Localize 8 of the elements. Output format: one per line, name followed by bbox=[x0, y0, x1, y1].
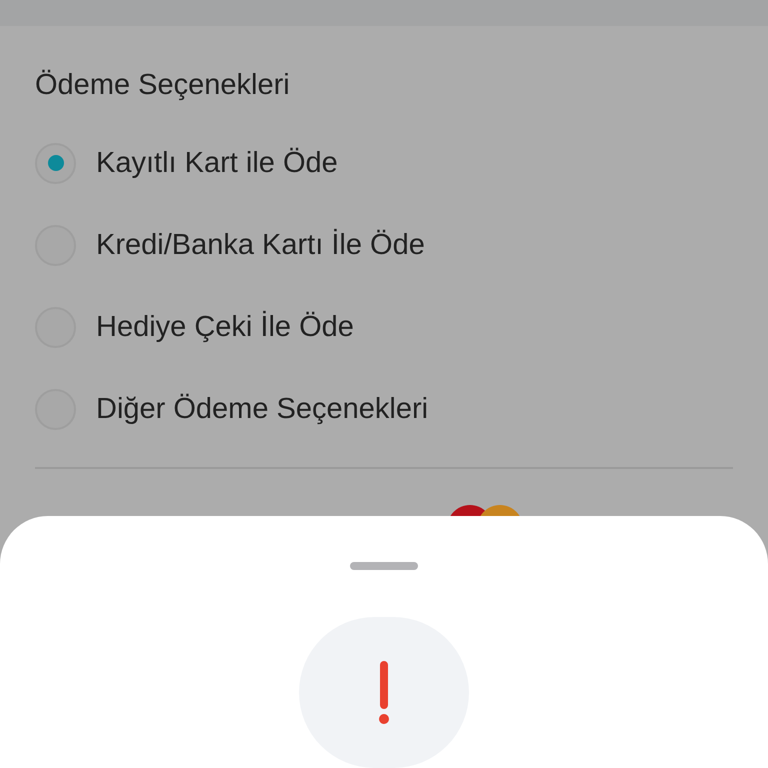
exclamation-icon bbox=[377, 660, 391, 724]
radio-option[interactable]: Kayıtlı Kart ile Öde bbox=[35, 122, 733, 204]
radio-option[interactable]: Kredi/Banka Kartı İle Öde bbox=[35, 204, 733, 286]
drag-handle[interactable] bbox=[350, 562, 418, 570]
section-title: Ödeme Seçenekleri bbox=[35, 68, 291, 102]
radio-option[interactable]: Diğer Ödeme Seçenekleri bbox=[35, 368, 733, 450]
radio-option[interactable]: Hediye Çeki İle Öde bbox=[35, 286, 733, 368]
radio-button[interactable] bbox=[35, 142, 76, 184]
